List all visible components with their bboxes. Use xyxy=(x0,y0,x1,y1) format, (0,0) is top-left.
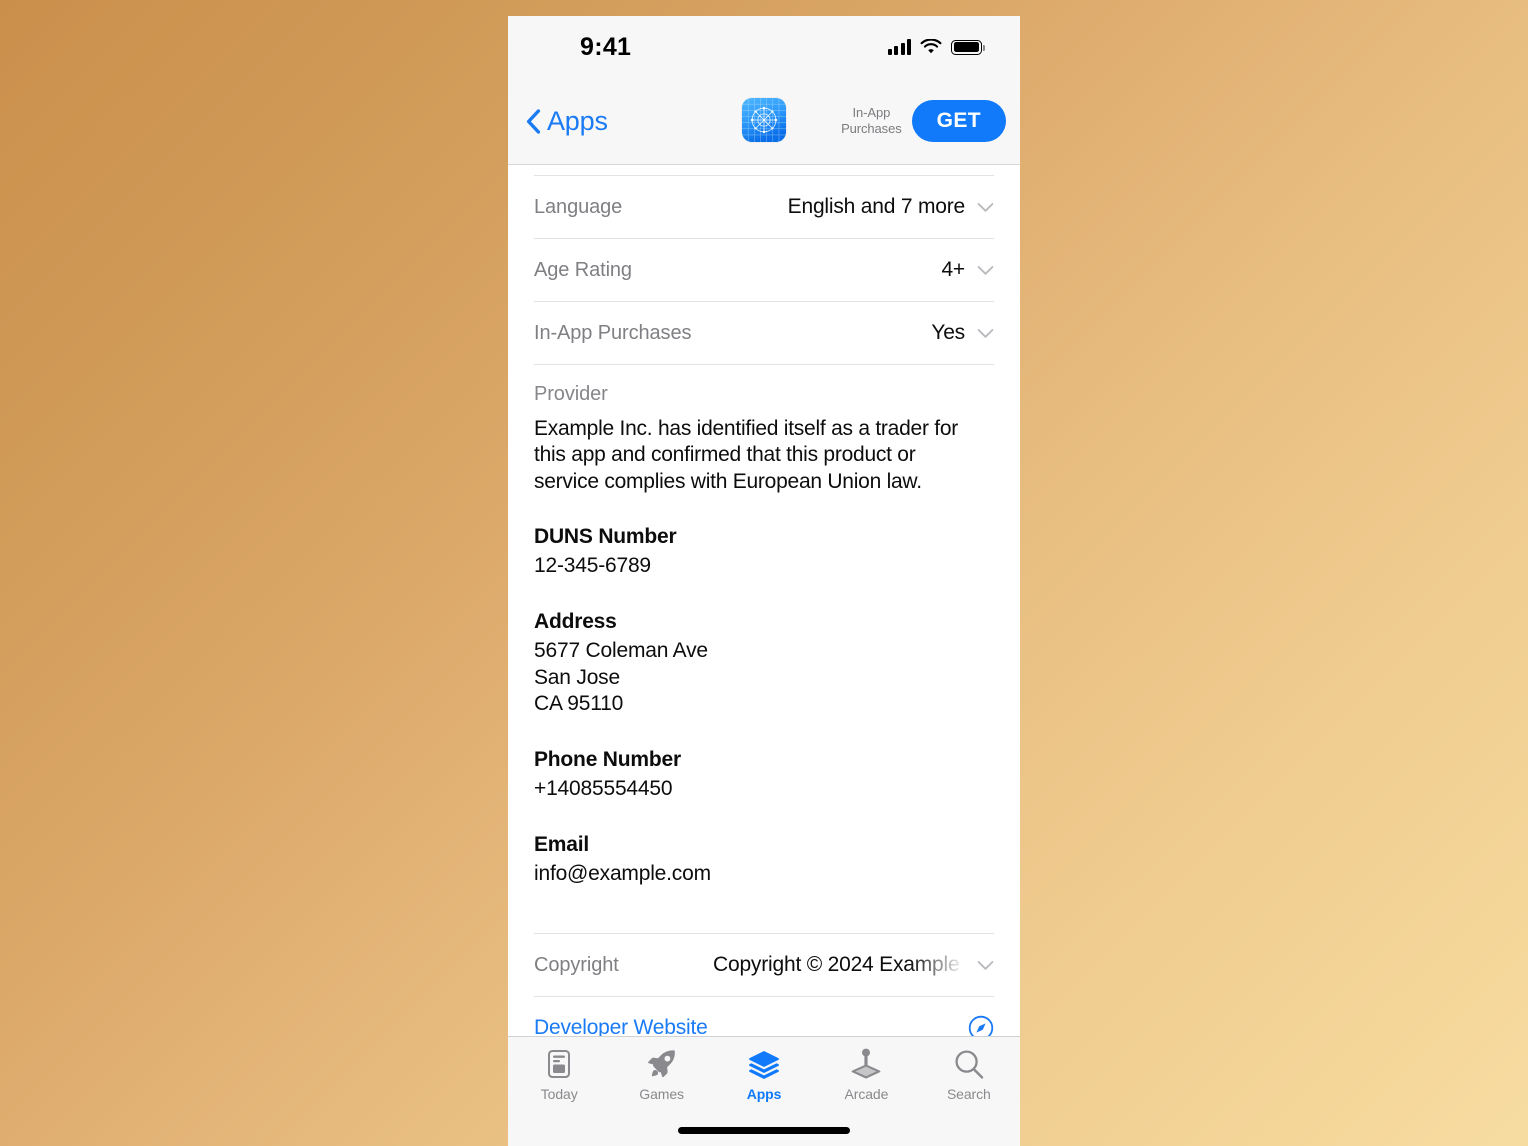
tab-today-label: Today xyxy=(540,1086,578,1102)
navigation-bar: Apps In-App Purchases GET xyxy=(508,78,1020,165)
tab-games[interactable]: Games xyxy=(610,1047,712,1102)
provider-field-duns-number-label: DUNS Number xyxy=(534,525,677,549)
tab-apps[interactable]: Apps xyxy=(713,1047,815,1102)
info-row-copyright-value: Copyright © 2024 Example I xyxy=(713,953,965,977)
today-document-icon xyxy=(548,1050,571,1078)
tab-search[interactable]: Search xyxy=(918,1047,1020,1102)
blueprint-app-icon[interactable] xyxy=(742,98,786,142)
cellular-bars-icon xyxy=(887,39,911,55)
magnifier-icon xyxy=(955,1050,984,1079)
tab-search-label: Search xyxy=(946,1086,991,1102)
in-app-purchases-note-line2: Purchases xyxy=(841,121,902,136)
info-row-copyright-label: Copyright xyxy=(534,953,619,976)
info-row-copyright-value-group: Copyright © 2024 Example I xyxy=(713,953,994,977)
chevron-down-icon[interactable] xyxy=(977,265,994,276)
developer-website-row[interactable]: Developer Website xyxy=(534,997,994,1036)
provider-field-address-label: Address xyxy=(534,610,617,634)
provider-block-spacer xyxy=(534,895,994,933)
in-app-purchases-note-line1: In-App xyxy=(852,105,891,121)
tab-apps-label: Apps xyxy=(746,1086,782,1102)
safari-compass-icon[interactable] xyxy=(968,1015,994,1036)
info-row-in-app-purchases[interactable]: In-App Purchases Yes xyxy=(534,302,994,364)
info-row-age-rating-label: Age Rating xyxy=(534,258,632,281)
tab-today[interactable]: Today xyxy=(508,1047,610,1102)
blueprint-app-icon-art xyxy=(742,98,786,142)
info-row-language-value-group: English and 7 more xyxy=(788,195,994,219)
provider-field-duns-number: DUNS Number 12-345-6789 xyxy=(534,525,994,580)
info-row-language-value: English and 7 more xyxy=(787,195,966,218)
rocket-icon xyxy=(647,1049,675,1078)
chevron-down-icon[interactable] xyxy=(977,202,994,213)
get-button[interactable]: GET xyxy=(911,100,1006,142)
tab-arcade-label: Arcade xyxy=(844,1086,889,1102)
provider-field-address-value: 5677 Coleman Ave San Jose CA 95110 xyxy=(534,639,708,716)
status-bar: 9:41 xyxy=(508,16,1020,78)
info-row-age-rating-value-group: 4+ xyxy=(941,258,994,282)
provider-field-email-value: info@example.com xyxy=(534,861,711,885)
back-button-label: Apps xyxy=(547,105,608,136)
provider-title: Provider xyxy=(534,383,608,405)
tab-games-label: Games xyxy=(639,1086,684,1102)
provider-field-email-label: Email xyxy=(534,832,590,856)
provider-field-phone-number-label: Phone Number xyxy=(534,747,681,771)
information-section: Language English and 7 more Age Rating 4… xyxy=(508,175,1020,1036)
chevron-left-icon xyxy=(526,108,541,134)
chevron-down-icon[interactable] xyxy=(977,328,994,339)
info-row-language-label: Language xyxy=(534,195,623,218)
joystick-icon xyxy=(852,1048,881,1079)
provider-statement: Example Inc. has identified itself as a … xyxy=(534,417,959,493)
chevron-down-icon[interactable] xyxy=(977,960,994,971)
nav-bar-actions: In-App Purchases GET xyxy=(841,100,1006,142)
tab-bar: Today Games Apps Arcade Search xyxy=(508,1036,1020,1146)
info-row-age-rating-value: 4+ xyxy=(941,258,965,281)
info-row-in-app-purchases-value: Yes xyxy=(931,321,965,344)
app-detail-scroll-area[interactable]: Language English and 7 more Age Rating 4… xyxy=(508,165,1020,1036)
provider-field-address: Address 5677 Coleman Ave San Jose CA 951… xyxy=(534,610,994,718)
provider-field-phone-number: Phone Number +14085554450 xyxy=(534,748,994,803)
home-indicator[interactable] xyxy=(678,1127,850,1134)
status-bar-icons xyxy=(887,39,986,55)
status-bar-time: 9:41 xyxy=(580,32,632,61)
developer-website-label: Developer Website xyxy=(534,1016,708,1036)
info-row-in-app-purchases-value-group: Yes xyxy=(931,321,994,345)
iphone-screen: 9:41 Apps In-App Purchases GET Language … xyxy=(508,16,1020,1146)
provider-field-phone-number-value: +14085554450 xyxy=(534,776,673,800)
wifi-icon xyxy=(920,39,942,54)
info-row-language[interactable]: Language English and 7 more xyxy=(534,176,994,238)
provider-block: Provider Example Inc. has identified its… xyxy=(534,365,994,895)
provider-field-duns-number-value: 12-345-6789 xyxy=(534,554,651,578)
info-row-copyright[interactable]: Copyright Copyright © 2024 Example I xyxy=(534,934,994,996)
back-button[interactable]: Apps xyxy=(526,105,608,136)
stacked-layers-icon xyxy=(749,1051,779,1079)
provider-field-email: Email info@example.com xyxy=(534,833,994,888)
info-row-age-rating[interactable]: Age Rating 4+ xyxy=(534,239,994,301)
in-app-purchases-note: In-App Purchases xyxy=(841,105,902,137)
battery-full-icon xyxy=(951,39,986,55)
info-row-in-app-purchases-label: In-App Purchases xyxy=(534,321,692,344)
tab-arcade[interactable]: Arcade xyxy=(815,1047,917,1102)
